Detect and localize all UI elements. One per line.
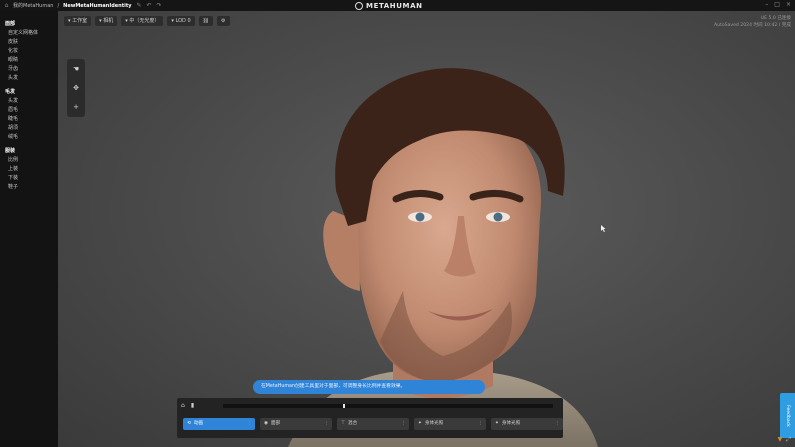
sidebar-item[interactable]: 牙齿 (5, 65, 58, 72)
sidebar-item[interactable]: 下装 (5, 174, 58, 181)
expand-icon[interactable]: ⤢ (786, 436, 791, 444)
sidebar-item[interactable]: 头发 (5, 97, 58, 104)
dock-tab-animation[interactable]: ⟲ 动画 ⋮ (183, 418, 255, 430)
settings-icon[interactable]: ⚙ (217, 16, 230, 26)
viewport-info-line: UE 5.0 已连接 (760, 16, 791, 21)
sidebar-item[interactable]: 比例 (5, 156, 58, 163)
fox-icon[interactable]: ▼ (778, 436, 783, 444)
sidebar-group-clothing: 服装 比例 上装 下装 鞋子 (5, 147, 58, 190)
brand-logo: METAHUMAN (355, 0, 423, 11)
lighting-button[interactable]: ▾ 中（无光度） (121, 16, 164, 26)
close-icon[interactable]: × (786, 1, 791, 8)
play-icon[interactable]: ▮ (191, 402, 194, 409)
dock-mini-icons: ⌂ ▮ (181, 402, 194, 409)
sidebar-item[interactable]: 自定义网格体 (5, 29, 58, 36)
animation-icon: ⟲ (187, 421, 191, 426)
breadcrumb-separator: / (57, 2, 60, 9)
sidebar-group-title[interactable]: 服装 (5, 147, 58, 154)
viewport-side-tools: ☚ ✥ + (67, 59, 85, 117)
camera-button[interactable]: ▾ 相机 (95, 16, 118, 26)
sidebar-item[interactable]: 上装 (5, 165, 58, 172)
brand-name: METAHUMAN (366, 1, 423, 10)
preset-icon[interactable]: ⌂ (181, 402, 185, 409)
metahuman-logo-icon (355, 1, 363, 10)
lod-button[interactable]: ▾ LOD 0 (167, 16, 195, 26)
dock-tab-face[interactable]: ◉ 面部 ⋮ (260, 418, 332, 430)
sidebar-item[interactable]: 睫毛 (5, 115, 58, 122)
sidebar-group-face: 面部 自定义网格体 皮肤 化妆 眼睛 牙齿 头发 (5, 20, 58, 81)
home-icon[interactable]: ⌂ (3, 2, 10, 9)
bottom-dock: ⌂ ▮ ⟲ 动画 ⋮ ◉ 面部 ⋮ ⊤ 混合 ⋮ ✦ 身体光照 ⋮ ✦ 身体光照 ⋮ (177, 398, 563, 438)
more-icon[interactable]: ⋮ (401, 418, 406, 430)
animation-timeline[interactable] (223, 404, 553, 408)
sidebar-item[interactable]: 头发 (5, 74, 58, 81)
more-icon[interactable]: ⋮ (555, 418, 560, 430)
light-icon: ✦ (418, 421, 422, 426)
sidebar-item[interactable]: 绒毛 (5, 133, 58, 140)
minimize-icon[interactable]: – (765, 1, 768, 8)
sidebar-group-hair: 毛发 头发 眉毛 睫毛 胡须 绒毛 (5, 88, 58, 140)
light-icon: ✦ (495, 421, 499, 426)
dock-tab-body-lighting-2[interactable]: ✦ 身体光照 ⋮ (491, 418, 563, 430)
sidebar-item[interactable]: 皮肤 (5, 38, 58, 45)
mouse-cursor-icon (601, 225, 606, 232)
dock-tabs: ⟲ 动画 ⋮ ◉ 面部 ⋮ ⊤ 混合 ⋮ ✦ 身体光照 ⋮ ✦ 身体光照 ⋮ (183, 418, 563, 430)
corner-icons: ▼ ⤢ (778, 436, 791, 444)
window-controls: – □ × (765, 1, 791, 8)
select-tool-icon[interactable]: ☚ (73, 65, 79, 73)
viewport-info: UE 5.0 已连接 AutoSaved 2024 时间 10:42 / 完成 (714, 15, 791, 29)
sidebar-group-title[interactable]: 面部 (5, 20, 58, 27)
more-icon[interactable]: ⋮ (324, 418, 329, 430)
subtitle-caption: 在MetaHuman创建工具里对于面部，可调整身长比例并查看效果。 (253, 380, 485, 394)
studio-button[interactable]: ▾ 工作室 (64, 16, 92, 26)
face-icon: ◉ (264, 421, 269, 426)
dock-tab-body-lighting[interactable]: ✦ 身体光照 ⋮ (414, 418, 486, 430)
blend-icon: ⊤ (341, 421, 346, 426)
sidebar-item[interactable]: 化妆 (5, 47, 58, 54)
sidebar-item[interactable]: 眉毛 (5, 106, 58, 113)
sidebar-group-title[interactable]: 毛发 (5, 88, 58, 95)
undo-icon[interactable]: ↶ (146, 2, 153, 9)
sidebar-item[interactable]: 胡须 (5, 124, 58, 131)
viewport-info-line: AutoSaved 2024 时间 10:42 / 完成 (713, 23, 791, 28)
maximize-icon[interactable]: □ (774, 1, 780, 8)
dock-tab-blend[interactable]: ⊤ 混合 ⋮ (337, 418, 409, 430)
more-icon[interactable]: ⋮ (247, 418, 252, 430)
add-tool-icon[interactable]: + (73, 103, 79, 111)
sidebar-item[interactable]: 眼睛 (5, 56, 58, 63)
link-icon[interactable]: ⛓ (198, 16, 214, 26)
feedback-button[interactable]: Feedback (780, 393, 795, 438)
redo-icon[interactable]: ↷ (156, 2, 163, 9)
sidebar-item[interactable]: 鞋子 (5, 183, 58, 190)
breadcrumb-current[interactable]: NewMetaHumanIdentity (63, 3, 131, 9)
move-tool-icon[interactable]: ✥ (73, 84, 79, 92)
timeline-playhead[interactable] (343, 404, 345, 408)
viewport-toolbar: ▾ 工作室 ▾ 相机 ▾ 中（无光度） ▾ LOD 0 ⛓ ⚙ (64, 16, 230, 26)
sidebar: 面部 自定义网格体 皮肤 化妆 眼睛 牙齿 头发 毛发 头发 眉毛 睫毛 胡须 … (0, 11, 58, 447)
app-window: ⌂ 我的MetaHuman / NewMetaHumanIdentity ✎ ↶… (0, 0, 795, 447)
more-icon[interactable]: ⋮ (478, 418, 483, 430)
edit-icon[interactable]: ✎ (136, 2, 143, 9)
breadcrumb-root[interactable]: 我的MetaHuman (13, 2, 53, 9)
